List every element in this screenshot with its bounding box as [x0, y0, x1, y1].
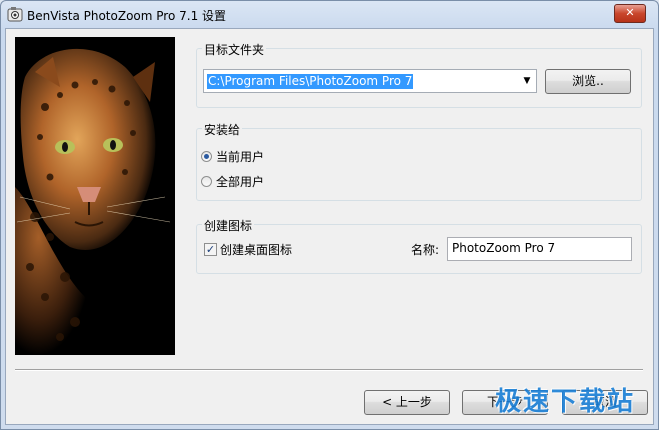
destination-path-value[interactable]: C:\Program Files\PhotoZoom Pro 7	[207, 74, 414, 89]
leopard-image	[15, 37, 175, 355]
footer-separator	[15, 369, 643, 371]
dropdown-arrow-icon[interactable]: ▼	[520, 73, 534, 89]
browse-button[interactable]: 浏览..	[545, 69, 631, 94]
destination-group-label: 目标文件夹	[202, 41, 267, 58]
dialog-body: 目标文件夹 C:\Program Files\PhotoZoom Pro 7 ▼…	[5, 28, 654, 425]
desktop-icon-label[interactable]: 创建桌面图标	[220, 241, 292, 258]
current-user-label[interactable]: 当前用户	[216, 148, 264, 165]
install-for-group-label: 安装给	[202, 121, 243, 138]
watermark-text: 极速下载站	[494, 387, 635, 417]
app-icon	[7, 7, 23, 22]
shortcut-name-field[interactable]: PhotoZoom Pro 7	[447, 237, 632, 261]
back-button[interactable]: < 上一步	[364, 390, 450, 415]
all-users-radio[interactable]	[201, 176, 212, 187]
all-users-label[interactable]: 全部用户	[216, 173, 264, 190]
shortcut-name-label: 名称:	[411, 243, 440, 257]
title-bar: BenVista PhotoZoom Pro 7.1 设置 ✕	[1, 1, 658, 29]
window-title: BenVista PhotoZoom Pro 7.1 设置	[27, 9, 227, 23]
create-icons-group-label: 创建图标	[202, 217, 255, 234]
installer-window: BenVista PhotoZoom Pro 7.1 设置 ✕ 目标文件夹 C:…	[0, 0, 659, 430]
close-button[interactable]: ✕	[614, 4, 646, 23]
current-user-radio[interactable]	[201, 151, 212, 162]
desktop-icon-checkbox[interactable]: ✓	[204, 243, 217, 256]
destination-path-combobox[interactable]: C:\Program Files\PhotoZoom Pro 7 ▼	[203, 69, 537, 93]
